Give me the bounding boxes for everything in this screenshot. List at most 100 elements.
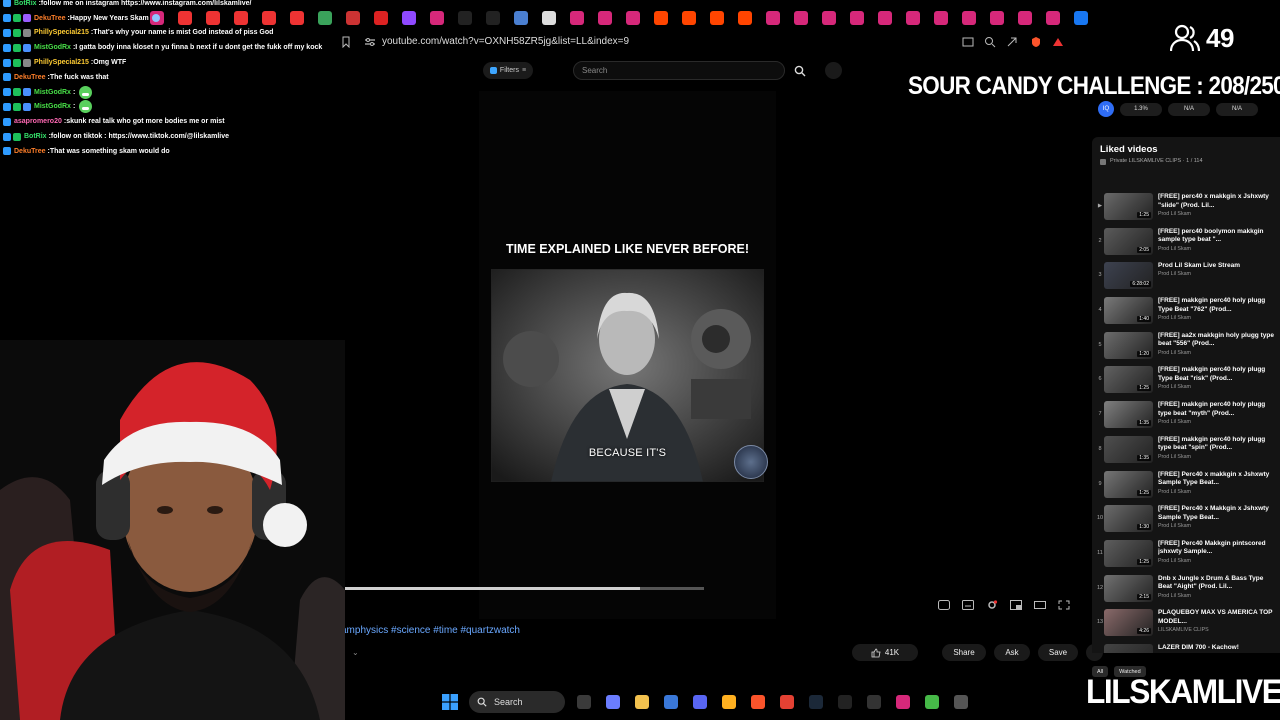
pinterest-icon[interactable] <box>374 11 388 25</box>
kick-app-icon[interactable] <box>719 692 739 712</box>
obs-icon[interactable] <box>835 692 855 712</box>
playlist-item-thumbnail[interactable]: 1:25 <box>1104 539 1153 567</box>
reddit-icon[interactable] <box>654 11 668 25</box>
playlist-item-thumbnail[interactable]: 1:35 <box>1104 435 1153 463</box>
autoplay-icon[interactable] <box>937 599 951 611</box>
settings-gear-icon[interactable] <box>985 599 999 611</box>
rewards-icon[interactable] <box>1052 36 1064 48</box>
playlist-item-thumbnail[interactable]: 1:35 <box>1104 401 1153 429</box>
reader-mode-icon[interactable] <box>962 36 974 48</box>
theater-mode-icon[interactable] <box>1033 599 1047 611</box>
playlist-item-title[interactable]: [FREE] makkgin perc40 holy plugg Type Be… <box>1158 297 1274 314</box>
playlist-item-title[interactable]: [FREE] Perc40 Makkgin pintscored jshxwty… <box>1158 540 1274 557</box>
instagram-icon[interactable] <box>906 11 920 25</box>
ask-button[interactable]: Ask <box>994 644 1030 661</box>
brave-icon[interactable] <box>748 692 768 712</box>
playlist-item-title[interactable]: [FREE] perc40 boolymon makkgin sample ty… <box>1158 228 1274 245</box>
video-hashtags[interactable]: amphysics #science #time #quartzwatch <box>341 625 520 636</box>
instagram-app-icon[interactable] <box>893 692 913 712</box>
playlist-item-title[interactable]: Prod Lil Skam Live Stream <box>1158 262 1274 271</box>
playlist-item-thumbnail[interactable]: 1:25 <box>1104 193 1153 220</box>
playlist-item-title[interactable]: [FREE] makkgin perc40 holy plugg Type Be… <box>1158 366 1274 383</box>
playlist-item-thumbnail[interactable]: 6:28:02 <box>1104 262 1153 290</box>
playlist-item-title[interactable]: [FREE] perc40 x makkgin x Jshxwty "slide… <box>1158 193 1274 210</box>
instagram-icon[interactable] <box>1018 11 1032 25</box>
playlist-item[interactable]: LAZER DIM 700 - Kachow! <box>1092 641 1280 653</box>
instagram-icon[interactable] <box>822 11 836 25</box>
instagram-icon[interactable] <box>766 11 780 25</box>
google-icon[interactable] <box>542 11 556 25</box>
playlist-item-thumbnail[interactable]: 2:05 <box>1104 227 1153 255</box>
instagram-icon[interactable] <box>794 11 808 25</box>
filters-button[interactable]: Filters ≡ <box>483 62 533 79</box>
playlist-item[interactable]: 6 1:25 [FREE] makkgin perc40 holy plugg Ty… <box>1092 363 1280 398</box>
copilot-icon[interactable] <box>603 692 623 712</box>
capcut-icon[interactable] <box>864 692 884 712</box>
playlist-item-thumbnail[interactable]: 1:25 <box>1104 366 1153 394</box>
widgets-icon[interactable] <box>574 692 594 712</box>
playlist-item-title[interactable]: Dnb x Jungle x Drum & Bass Type Beat "Ai… <box>1158 575 1274 592</box>
playlist-item-thumbnail[interactable]: 1:20 <box>1104 331 1153 359</box>
share-button[interactable]: Share <box>942 644 986 661</box>
playlist-item[interactable]: 3 6:28:02 Prod Lil Skam Live Stream Prod Li… <box>1092 259 1280 294</box>
playlist-item[interactable]: 5 1:20 [FREE] aa2x makkgin holy plugg type… <box>1092 329 1280 364</box>
like-button[interactable]: 41K <box>852 644 918 661</box>
miniplayer-icon[interactable] <box>1009 599 1023 611</box>
tiktok-icon[interactable] <box>458 11 472 25</box>
playlist-item-title[interactable]: LAZER DIM 700 - Kachow! <box>1158 644 1274 653</box>
x-icon[interactable] <box>486 11 500 25</box>
twitch-icon[interactable] <box>402 11 416 25</box>
playlist-item[interactable]: 11 1:25 [FREE] Perc40 Makkgin pintscored j… <box>1092 537 1280 572</box>
playlist-item[interactable]: 4 1:40 [FREE] makkgin perc40 holy plugg Ty… <box>1092 294 1280 329</box>
site-settings-icon[interactable] <box>364 36 376 48</box>
playlist-item-thumbnail[interactable]: 1:30 <box>1104 505 1153 533</box>
zoom-icon[interactable] <box>984 36 996 48</box>
playlist-item[interactable]: 9 1:25 [FREE] Perc40 x makkgin x Jshxwty S… <box>1092 468 1280 503</box>
playlist-item[interactable]: 8 1:35 [FREE] makkgin perc40 holy plugg ty… <box>1092 433 1280 468</box>
playlist-item-thumbnail[interactable]: 1:40 <box>1104 297 1153 325</box>
store-icon[interactable] <box>661 692 681 712</box>
grid-app-icon[interactable] <box>514 11 528 25</box>
reddit-icon[interactable] <box>710 11 724 25</box>
playlist-item[interactable]: 10 1:30 [FREE] Perc40 x Makkgin x Jshxwty … <box>1092 502 1280 537</box>
notepad-icon[interactable] <box>951 692 971 712</box>
instagram-icon[interactable] <box>1046 11 1060 25</box>
url-text[interactable]: youtube.com/watch?v=OXNH58ZR5jg&list=LL&… <box>382 36 629 47</box>
playlist-item-thumbnail[interactable] <box>1104 643 1153 653</box>
instagram-icon[interactable] <box>570 11 584 25</box>
instagram-icon[interactable] <box>962 11 976 25</box>
instagram-icon[interactable] <box>878 11 892 25</box>
search-button[interactable] <box>788 61 812 80</box>
playlist-item-title[interactable]: [FREE] Perc40 x makkgin x Jshxwty Sample… <box>1158 471 1274 488</box>
extension-logo-icon[interactable]: IQ <box>1098 101 1114 117</box>
playlist-item[interactable]: 13 4:26 PLAQUEBOY MAX VS AMERICA TOP MODEL… <box>1092 606 1280 641</box>
fullscreen-icon[interactable] <box>1057 599 1071 611</box>
playlist-item-title[interactable]: PLAQUEBOY MAX VS AMERICA TOP MODEL... <box>1158 609 1274 626</box>
playlist-item-title[interactable]: [FREE] Perc40 x Makkgin x Jshxwty Sample… <box>1158 505 1274 522</box>
reddit-icon[interactable] <box>738 11 752 25</box>
playlist-item-thumbnail[interactable]: 4:26 <box>1104 609 1153 637</box>
chevron-down-icon[interactable]: ⌄ <box>352 648 359 657</box>
playlist-title[interactable]: Liked videos <box>1100 144 1158 155</box>
reddit-icon[interactable] <box>682 11 696 25</box>
taskbar-search[interactable]: Search <box>469 691 565 713</box>
playlist-item-thumbnail[interactable]: 2:15 <box>1104 574 1153 602</box>
steam-icon[interactable] <box>806 692 826 712</box>
discord-icon[interactable] <box>690 692 710 712</box>
facebook-icon[interactable] <box>1074 11 1088 25</box>
instagram-icon[interactable] <box>990 11 1004 25</box>
voice-search-button[interactable] <box>825 62 842 79</box>
playlist-item[interactable]: 2 2:05 [FREE] perc40 boolymon makkgin samp… <box>1092 225 1280 260</box>
instagram-icon[interactable] <box>934 11 948 25</box>
brave-shields-icon[interactable] <box>1030 36 1042 48</box>
search-input[interactable]: Search <box>573 61 785 80</box>
file-explorer-icon[interactable] <box>632 692 652 712</box>
instagram-icon[interactable] <box>626 11 640 25</box>
windows-start-icon[interactable] <box>440 692 460 712</box>
playlist-item[interactable]: 7 1:35 [FREE] makkgin perc40 holy plugg ty… <box>1092 398 1280 433</box>
captions-icon[interactable] <box>961 599 975 611</box>
playlist-item-thumbnail[interactable]: 1:25 <box>1104 470 1153 498</box>
instagram-icon[interactable] <box>598 11 612 25</box>
share-page-icon[interactable] <box>1006 36 1018 48</box>
playlist-item-title[interactable]: [FREE] aa2x makkgin holy plugg type beat… <box>1158 332 1274 349</box>
